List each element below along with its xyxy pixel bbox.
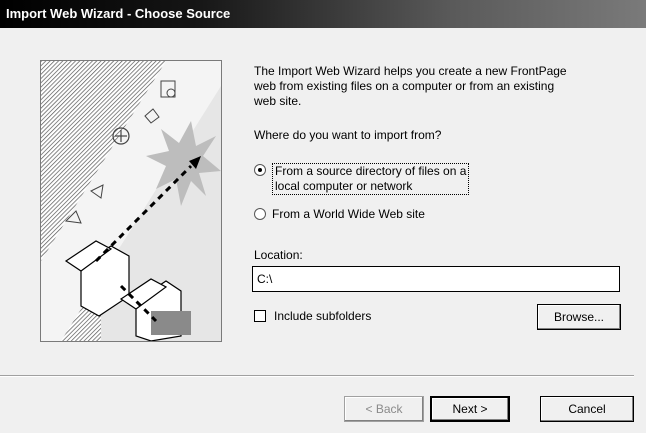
option-web-site[interactable]: From a World Wide Web site: [254, 207, 425, 222]
include-subfolders-row[interactable]: Include subfolders: [254, 309, 371, 323]
next-button[interactable]: Next >: [430, 396, 510, 422]
radio-web-site[interactable]: [254, 208, 266, 220]
option-source-directory[interactable]: From a source directory of files on a lo…: [254, 163, 470, 195]
import-question: Where do you want to import from?: [254, 128, 442, 142]
cancel-button[interactable]: Cancel: [540, 396, 634, 422]
browse-button[interactable]: Browse...: [537, 304, 621, 330]
radio-source-directory[interactable]: [254, 164, 266, 176]
button-divider: [0, 375, 634, 377]
window-title: Import Web Wizard - Choose Source: [0, 0, 646, 28]
wizard-illustration: [40, 60, 222, 342]
include-subfolders-checkbox[interactable]: [254, 310, 266, 322]
option-web-site-label: From a World Wide Web site: [272, 207, 425, 221]
intro-text: The Import Web Wizard helps you create a…: [254, 64, 567, 108]
location-label: Location:: [254, 248, 303, 262]
option-source-directory-label: From a source directory of files on a lo…: [272, 163, 470, 195]
location-input[interactable]: C:\: [252, 266, 620, 292]
include-subfolders-label: Include subfolders: [274, 309, 372, 323]
back-button[interactable]: < Back: [344, 396, 424, 422]
